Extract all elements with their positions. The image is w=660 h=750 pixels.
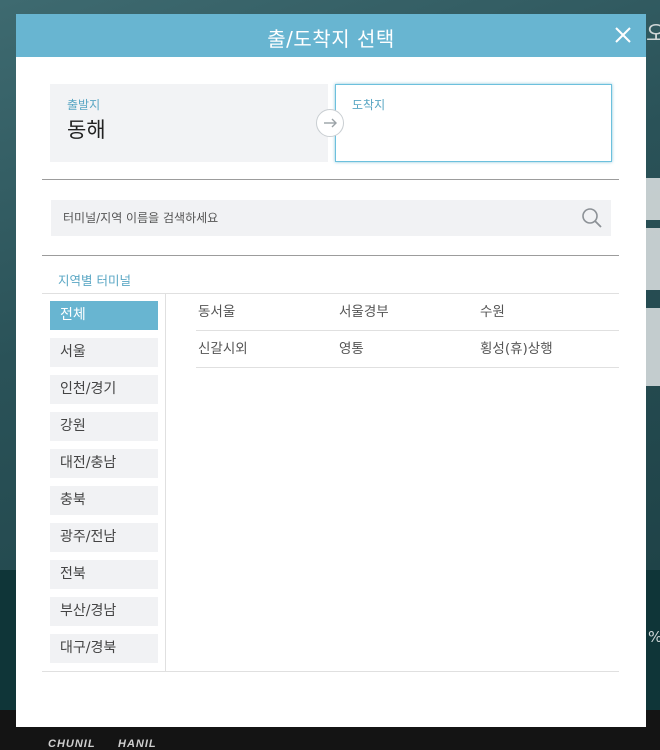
terminal-list: 동서울 서울경부 수원 신갈시외 영통 횡성(휴)상행 <box>196 294 619 368</box>
region-tab-all[interactable]: 전체 <box>50 301 158 330</box>
terminal-item[interactable]: 서울경부 <box>337 294 478 330</box>
background-title-fragment: 오 <box>646 22 660 47</box>
departure-box[interactable]: 출발지 동해 <box>50 84 328 162</box>
search-bar <box>51 200 611 236</box>
divider <box>42 179 619 180</box>
table-row: 신갈시외 영통 횡성(휴)상행 <box>196 331 619 368</box>
region-tab-chungbuk[interactable]: 충북 <box>50 486 158 515</box>
terminal-item[interactable]: 동서울 <box>196 294 337 330</box>
region-tab-busan-gyeongnam[interactable]: 부산/경남 <box>50 597 158 626</box>
arrival-label: 도착지 <box>352 98 386 112</box>
terminal-item[interactable]: 수원 <box>478 294 619 330</box>
departure-value: 동해 <box>67 118 106 142</box>
close-icon <box>615 27 631 43</box>
background-symbol-fragment: % <box>648 628 660 646</box>
modal-title: 출/도착지 선택 <box>267 27 395 51</box>
divider <box>42 255 619 256</box>
departure-label: 출발지 <box>67 98 101 112</box>
route-arrow <box>316 109 344 137</box>
route-selector: 출발지 동해 도착지 <box>50 84 612 162</box>
search-button[interactable] <box>581 207 603 229</box>
region-tab-gangwon[interactable]: 강원 <box>50 412 158 441</box>
section-title: 지역별 터미널 <box>58 273 131 288</box>
search-input[interactable] <box>51 200 571 236</box>
footer-logo-chunil: CHUNIL <box>48 738 96 750</box>
terminal-select-modal: 출/도착지 선택 출발지 동해 도착지 터미널/지역 이름을 검색하세요 지역별… <box>16 14 646 727</box>
terminal-item[interactable]: 신갈시외 <box>196 331 337 367</box>
arrow-right-icon <box>324 118 337 128</box>
arrival-box[interactable]: 도착지 <box>335 84 612 162</box>
search-icon <box>582 208 602 228</box>
table-row: 동서울 서울경부 수원 <box>196 294 619 331</box>
region-tab-gwangju-jeonnam[interactable]: 광주/전남 <box>50 523 158 552</box>
region-list: 전체 서울 인천/경기 강원 대전/충남 충북 광주/전남 전북 부산/경남 대… <box>50 301 158 671</box>
region-tab-jeonbuk[interactable]: 전북 <box>50 560 158 589</box>
close-button[interactable] <box>612 24 634 46</box>
background-card <box>646 228 660 290</box>
divider <box>42 671 619 672</box>
background-card <box>646 178 660 220</box>
region-tab-daegu-gyeongbuk[interactable]: 대구/경북 <box>50 634 158 663</box>
region-tab-incheon-gyeonggi[interactable]: 인천/경기 <box>50 375 158 404</box>
terminal-item[interactable]: 횡성(휴)상행 <box>478 331 619 367</box>
footer-logo-hanil: HANIL <box>118 738 157 750</box>
terminal-item[interactable]: 영통 <box>337 331 478 367</box>
region-tab-seoul[interactable]: 서울 <box>50 338 158 367</box>
modal-header: 출/도착지 선택 <box>16 14 646 57</box>
column-divider <box>165 293 166 671</box>
background-card <box>646 308 660 386</box>
region-tab-daejeon-chungnam[interactable]: 대전/충남 <box>50 449 158 478</box>
